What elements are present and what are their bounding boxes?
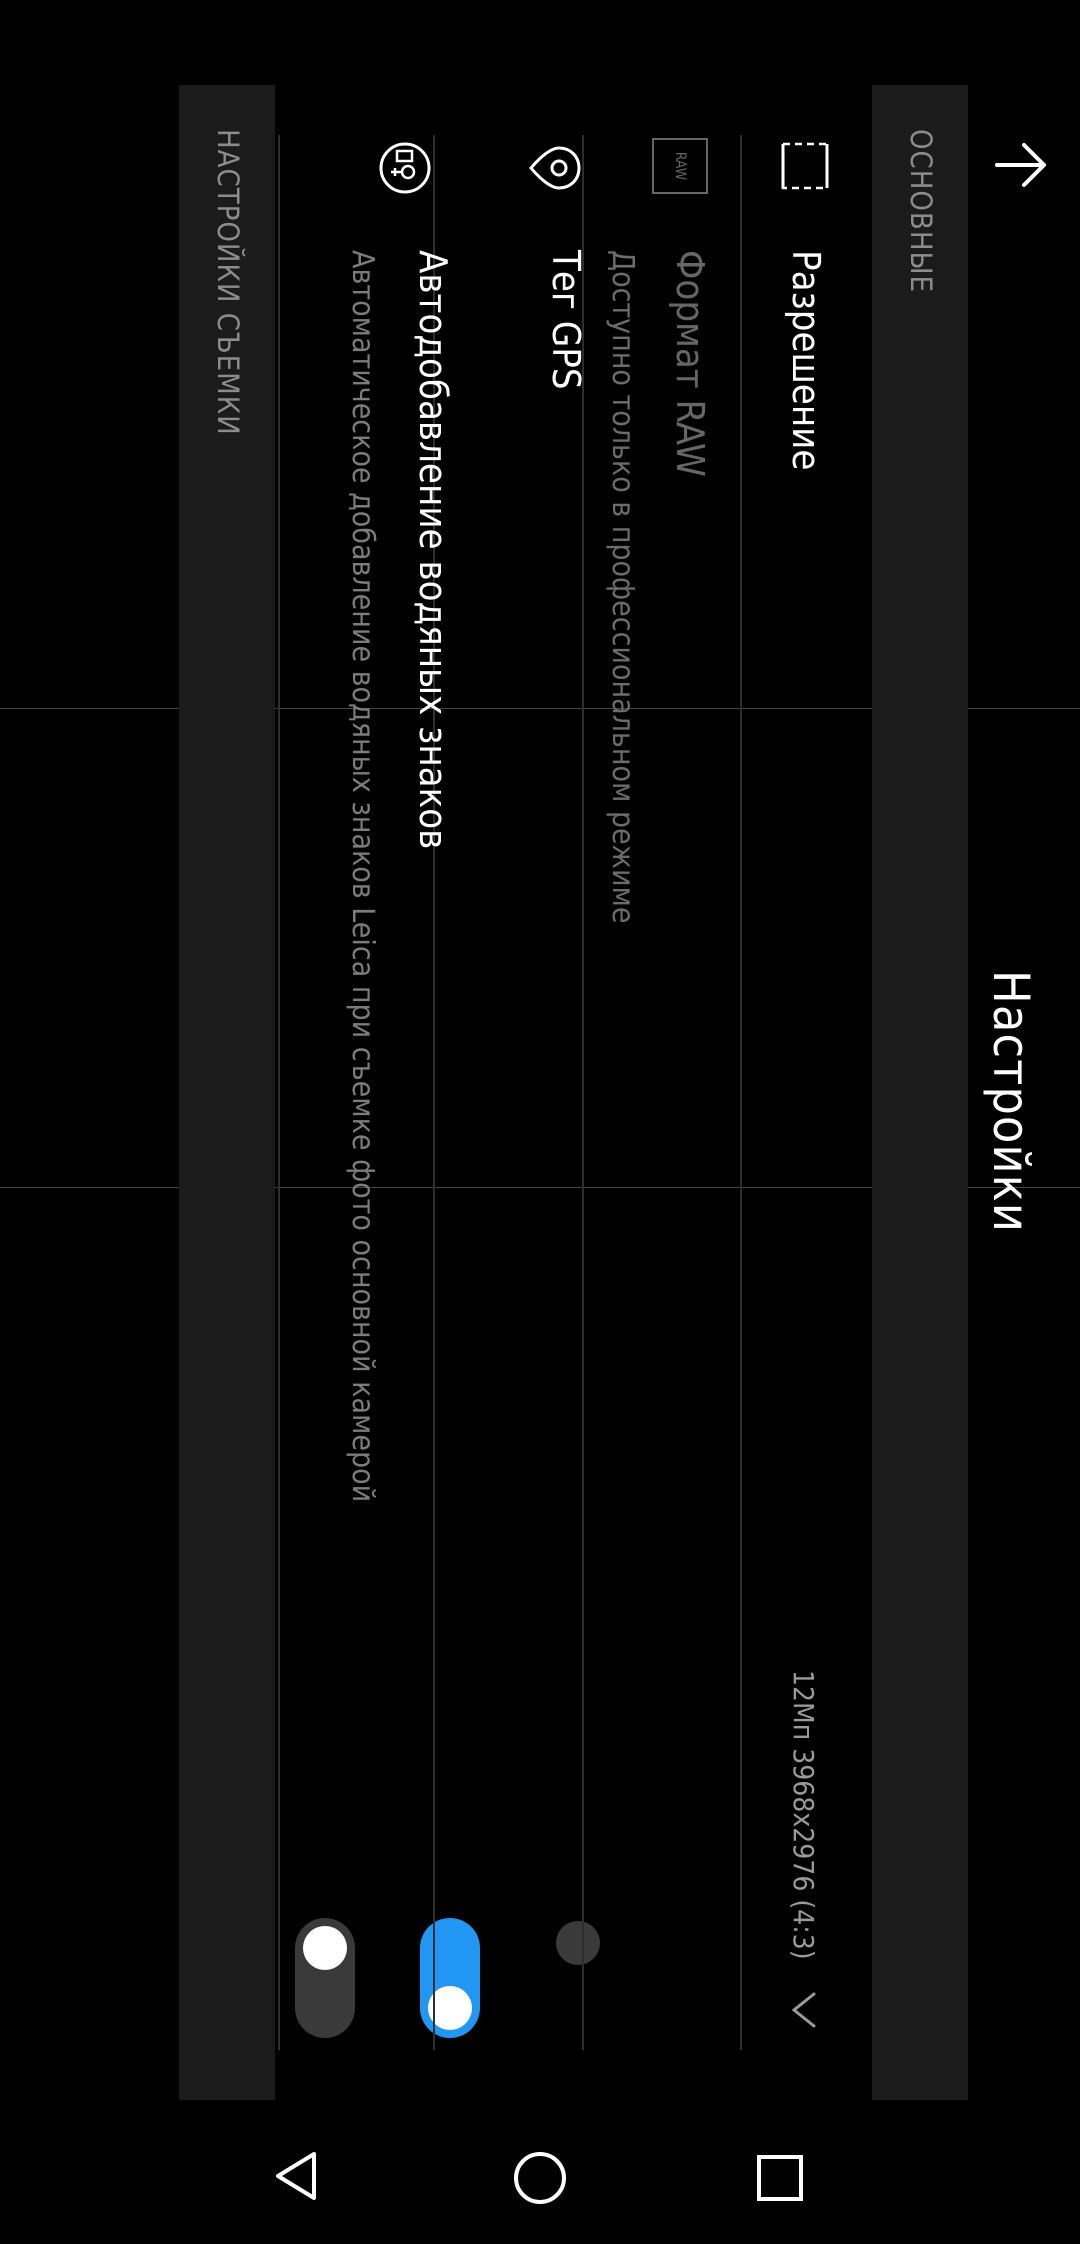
divider	[582, 135, 584, 2050]
settings-screen: Настройки ОСНОВНЫЕ Разрешение 12Мп 3968x…	[0, 0, 1080, 2100]
section-header-basic: ОСНОВНЫЕ	[872, 85, 968, 2100]
raw-format-description: Доступно только в профессиональном режим…	[605, 250, 640, 924]
location-pin-icon	[529, 146, 581, 190]
page-title: Настройки	[982, 970, 1040, 1234]
divider	[740, 135, 742, 2050]
resolution-value: 12Мп 3968x2976 (4:3)	[787, 1670, 820, 1960]
section-header-shooting: НАСТРОЙКИ СЪЕМКИ	[179, 85, 275, 2100]
nav-home-icon[interactable]	[512, 2150, 568, 2206]
gps-label: Тег GPS	[544, 250, 588, 390]
divider	[278, 135, 280, 2050]
watermark-toggle[interactable]	[295, 1918, 355, 2038]
resolution-label: Разрешение	[784, 250, 828, 471]
gps-toggle[interactable]	[420, 1918, 480, 2038]
raw-icon: RAW	[652, 138, 708, 194]
raw-format-label: Формат RAW	[668, 250, 712, 477]
raw-toggle-disabled	[556, 1921, 600, 1965]
section-label: НАСТРОЙКИ СЪЕМКИ	[211, 129, 245, 436]
watermark-icon	[379, 142, 431, 194]
section-label: ОСНОВНЫЕ	[904, 129, 938, 293]
watermark-description: Автоматическое добавление водяных знаков…	[345, 250, 380, 1503]
watermark-label: Автодобавление водяных знаков	[411, 250, 455, 850]
arrow-up-icon[interactable]	[992, 135, 1052, 195]
frame-icon	[781, 142, 829, 190]
nav-recents-icon[interactable]	[755, 2153, 805, 2203]
toggle-knob	[303, 1926, 347, 1970]
chevron-down-icon[interactable]	[776, 1988, 832, 2032]
nav-back-icon[interactable]	[270, 2148, 322, 2204]
